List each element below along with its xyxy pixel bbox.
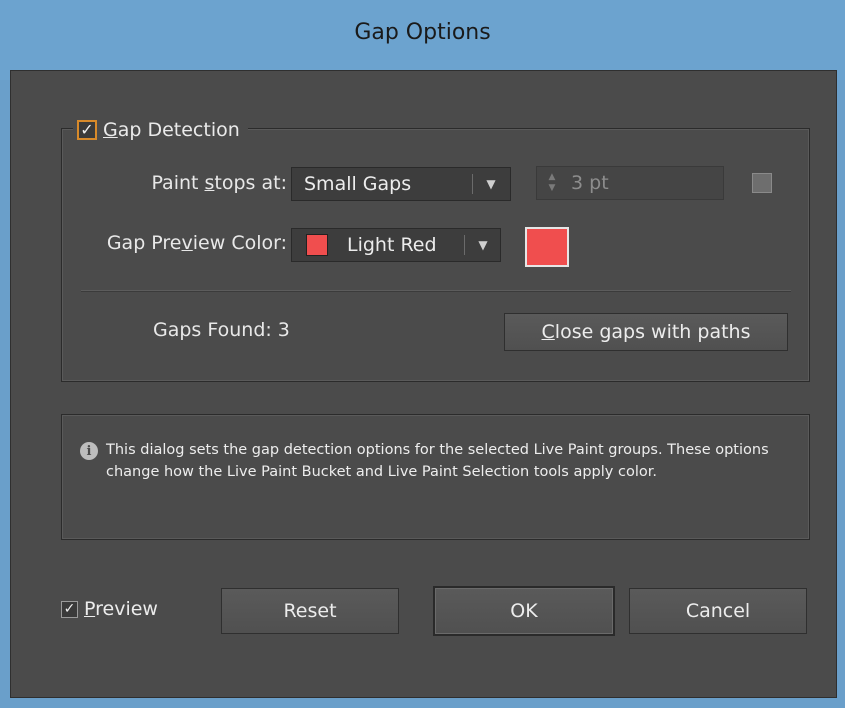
cancel-button[interactable]: Cancel	[629, 588, 807, 634]
ok-button[interactable]: OK	[433, 586, 615, 636]
chevron-down-icon[interactable]: ▼	[478, 168, 504, 200]
gap-size-spinner: ▲ ▼ 3 pt	[536, 166, 724, 200]
paint-stops-label: Paint stops at:	[111, 172, 287, 194]
info-icon: i	[80, 442, 98, 460]
paint-stops-label-post: tops at:	[214, 172, 287, 194]
preview-color-label-pre: Gap Pre	[106, 232, 182, 254]
divider	[81, 290, 791, 292]
color-swatch-icon	[306, 234, 328, 256]
dropdown-separator	[472, 174, 473, 194]
gap-detection-label: Gap Detection	[103, 119, 240, 141]
paint-stops-label-pre: Paint	[151, 172, 205, 194]
gap-detection-checkbox[interactable]: ✓ Gap Detection	[73, 115, 248, 145]
dropdown-separator	[464, 235, 465, 255]
preview-label: Preview	[84, 598, 158, 620]
checkbox-checked-icon[interactable]: ✓	[61, 600, 78, 618]
reset-button[interactable]: Reset	[221, 588, 399, 634]
preview-color-label-post: iew Color:	[192, 232, 287, 254]
close-gaps-mnemonic: C	[541, 321, 555, 343]
preview-color-selected: Light Red	[347, 234, 437, 256]
paint-stops-dropdown[interactable]: Small Gaps ▼	[291, 167, 511, 201]
info-panel: i This dialog sets the gap detection opt…	[61, 414, 810, 540]
gap-detection-label-rest: ap Detection	[117, 119, 240, 141]
gap-detection-label-mnemonic: G	[103, 119, 118, 141]
checkbox-checked-icon[interactable]: ✓	[77, 120, 97, 140]
custom-gap-checkbox	[752, 173, 772, 193]
paint-stops-selected: Small Gaps	[304, 173, 412, 195]
chevron-down-icon[interactable]: ▼	[470, 229, 496, 261]
preview-label-rest: review	[95, 598, 158, 620]
preview-color-label: Gap Preview Color:	[31, 232, 287, 254]
close-gaps-label: lose gaps with paths	[554, 321, 751, 343]
close-gaps-button[interactable]: Close gaps with paths	[504, 313, 788, 351]
gap-size-value: 3 pt	[571, 172, 609, 194]
paint-stops-label-mnemonic: s	[204, 172, 215, 194]
gaps-found: Gaps Found: 3	[153, 319, 290, 341]
preview-color-swatch[interactable]	[525, 227, 569, 267]
gap-options-dialog: ✓ Gap Detection Paint stops at: Small Ga…	[10, 70, 837, 698]
preview-label-mnemonic: P	[84, 598, 96, 620]
preview-color-label-mnemonic: v	[181, 232, 193, 254]
gaps-found-count: 3	[277, 319, 290, 341]
preview-checkbox[interactable]: ✓ Preview	[61, 598, 158, 620]
dialog-title: Gap Options	[354, 20, 491, 45]
preview-color-dropdown[interactable]: Light Red ▼	[291, 228, 501, 262]
info-text: This dialog sets the gap detection optio…	[106, 442, 769, 480]
gaps-found-label: Gaps Found:	[153, 319, 272, 341]
spinner-arrows-icon: ▲ ▼	[548, 172, 556, 193]
